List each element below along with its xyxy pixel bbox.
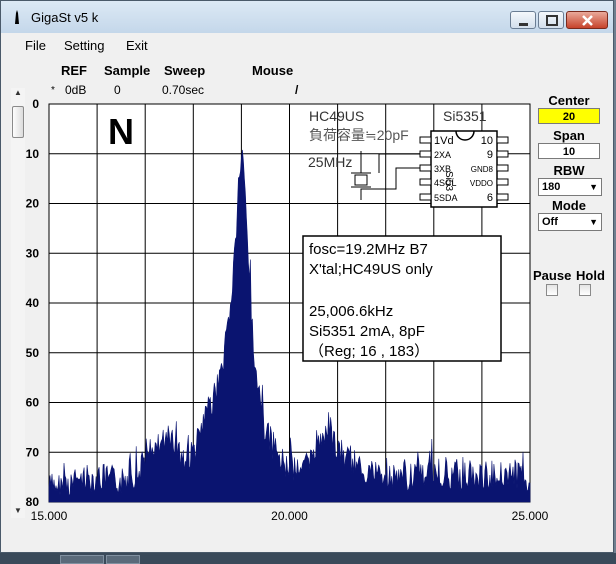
mode-select-value: Off xyxy=(542,216,558,228)
y-tick-label: 50 xyxy=(26,346,40,360)
y-tick-label: 80 xyxy=(26,495,40,509)
app-window: GigaSt v5 k File Setting Exit REF Sample… xyxy=(0,0,614,553)
rbw-select-value: 180 xyxy=(542,181,561,193)
mode-select[interactable]: Off ▼ xyxy=(538,213,602,231)
chip-pin-left xyxy=(419,150,432,158)
pin-label-left: 4SCL xyxy=(434,178,457,188)
x-tick-label: 25.000 xyxy=(512,509,549,523)
chevron-down-icon: ▼ xyxy=(589,217,598,227)
chip-pin-left xyxy=(419,178,432,186)
pin-label-left: 1Vd xyxy=(434,135,454,147)
chip-pin-right xyxy=(496,150,509,158)
pin-label-left: 5SDA xyxy=(434,193,458,203)
pin-label-right: 9 xyxy=(487,149,493,161)
chip-pin-left xyxy=(419,193,432,201)
load-cap-label: 負荷容量≒20pF xyxy=(309,127,409,143)
pin-label-left: 2XA xyxy=(434,150,451,160)
info-line: fosc=19.2MHz B7 xyxy=(309,241,428,258)
y-tick-label: 10 xyxy=(26,147,40,161)
chevron-down-icon: ▼ xyxy=(589,182,598,192)
taskbar-button[interactable] xyxy=(60,555,104,564)
x-tick-label: 15.000 xyxy=(31,509,68,523)
center-input[interactable]: 20 xyxy=(538,108,600,124)
chip-pin-left xyxy=(419,136,432,144)
crystal-label: HC49US xyxy=(309,108,364,124)
pin-label-right: GND8 xyxy=(471,165,494,174)
info-line: Si5351 2mA, 8pF xyxy=(309,323,425,340)
chip-pin-right xyxy=(496,193,509,201)
rbw-select[interactable]: 180 ▼ xyxy=(538,178,602,196)
y-tick-label: 40 xyxy=(26,296,40,310)
pin-label-right: 6 xyxy=(487,192,493,204)
xtal-freq-label: 25MHz xyxy=(308,154,352,170)
mode-letter: N xyxy=(108,111,134,152)
chip-pin-right xyxy=(496,178,509,186)
pause-label: Pause xyxy=(533,268,572,283)
hold-label: Hold xyxy=(576,268,605,283)
y-tick-label: 70 xyxy=(26,445,40,459)
center-label: Center xyxy=(548,93,590,108)
y-tick-label: 20 xyxy=(26,197,40,211)
x-tick-label: 20.000 xyxy=(271,509,308,523)
span-label: Span xyxy=(553,128,585,143)
hold-checkbox[interactable] xyxy=(579,284,591,296)
pause-checkbox[interactable] xyxy=(546,284,558,296)
info-line: 25,006.6kHz xyxy=(309,303,393,320)
pin-label-right: 10 xyxy=(481,135,493,147)
chip-label: Si5351 xyxy=(443,108,487,124)
crystal-symbol xyxy=(354,174,368,186)
pin-label-right: VDDO xyxy=(470,179,493,188)
rbw-label: RBW xyxy=(553,163,585,178)
info-line: X'tal;HC49US only xyxy=(309,261,433,278)
chip-pin-right xyxy=(496,164,509,172)
chip-pin-right xyxy=(496,136,509,144)
chip-pin-left xyxy=(419,164,432,172)
taskbar-button[interactable] xyxy=(106,555,140,564)
y-tick-label: 30 xyxy=(26,246,40,260)
info-line: （Reg; 16 , 183） xyxy=(309,343,429,360)
y-tick-label: 0 xyxy=(32,97,39,111)
y-tick-label: 60 xyxy=(26,396,40,410)
pin-label-left: 3XB xyxy=(434,164,451,174)
span-input[interactable]: 10 xyxy=(538,143,600,159)
taskbar xyxy=(0,553,616,564)
spectrum-plot[interactable]: 0 10 20 30 40 50 60 70 8015.000 20.000 25.000 N HC49… xyxy=(1,1,613,551)
mode-label: Mode xyxy=(552,198,586,213)
